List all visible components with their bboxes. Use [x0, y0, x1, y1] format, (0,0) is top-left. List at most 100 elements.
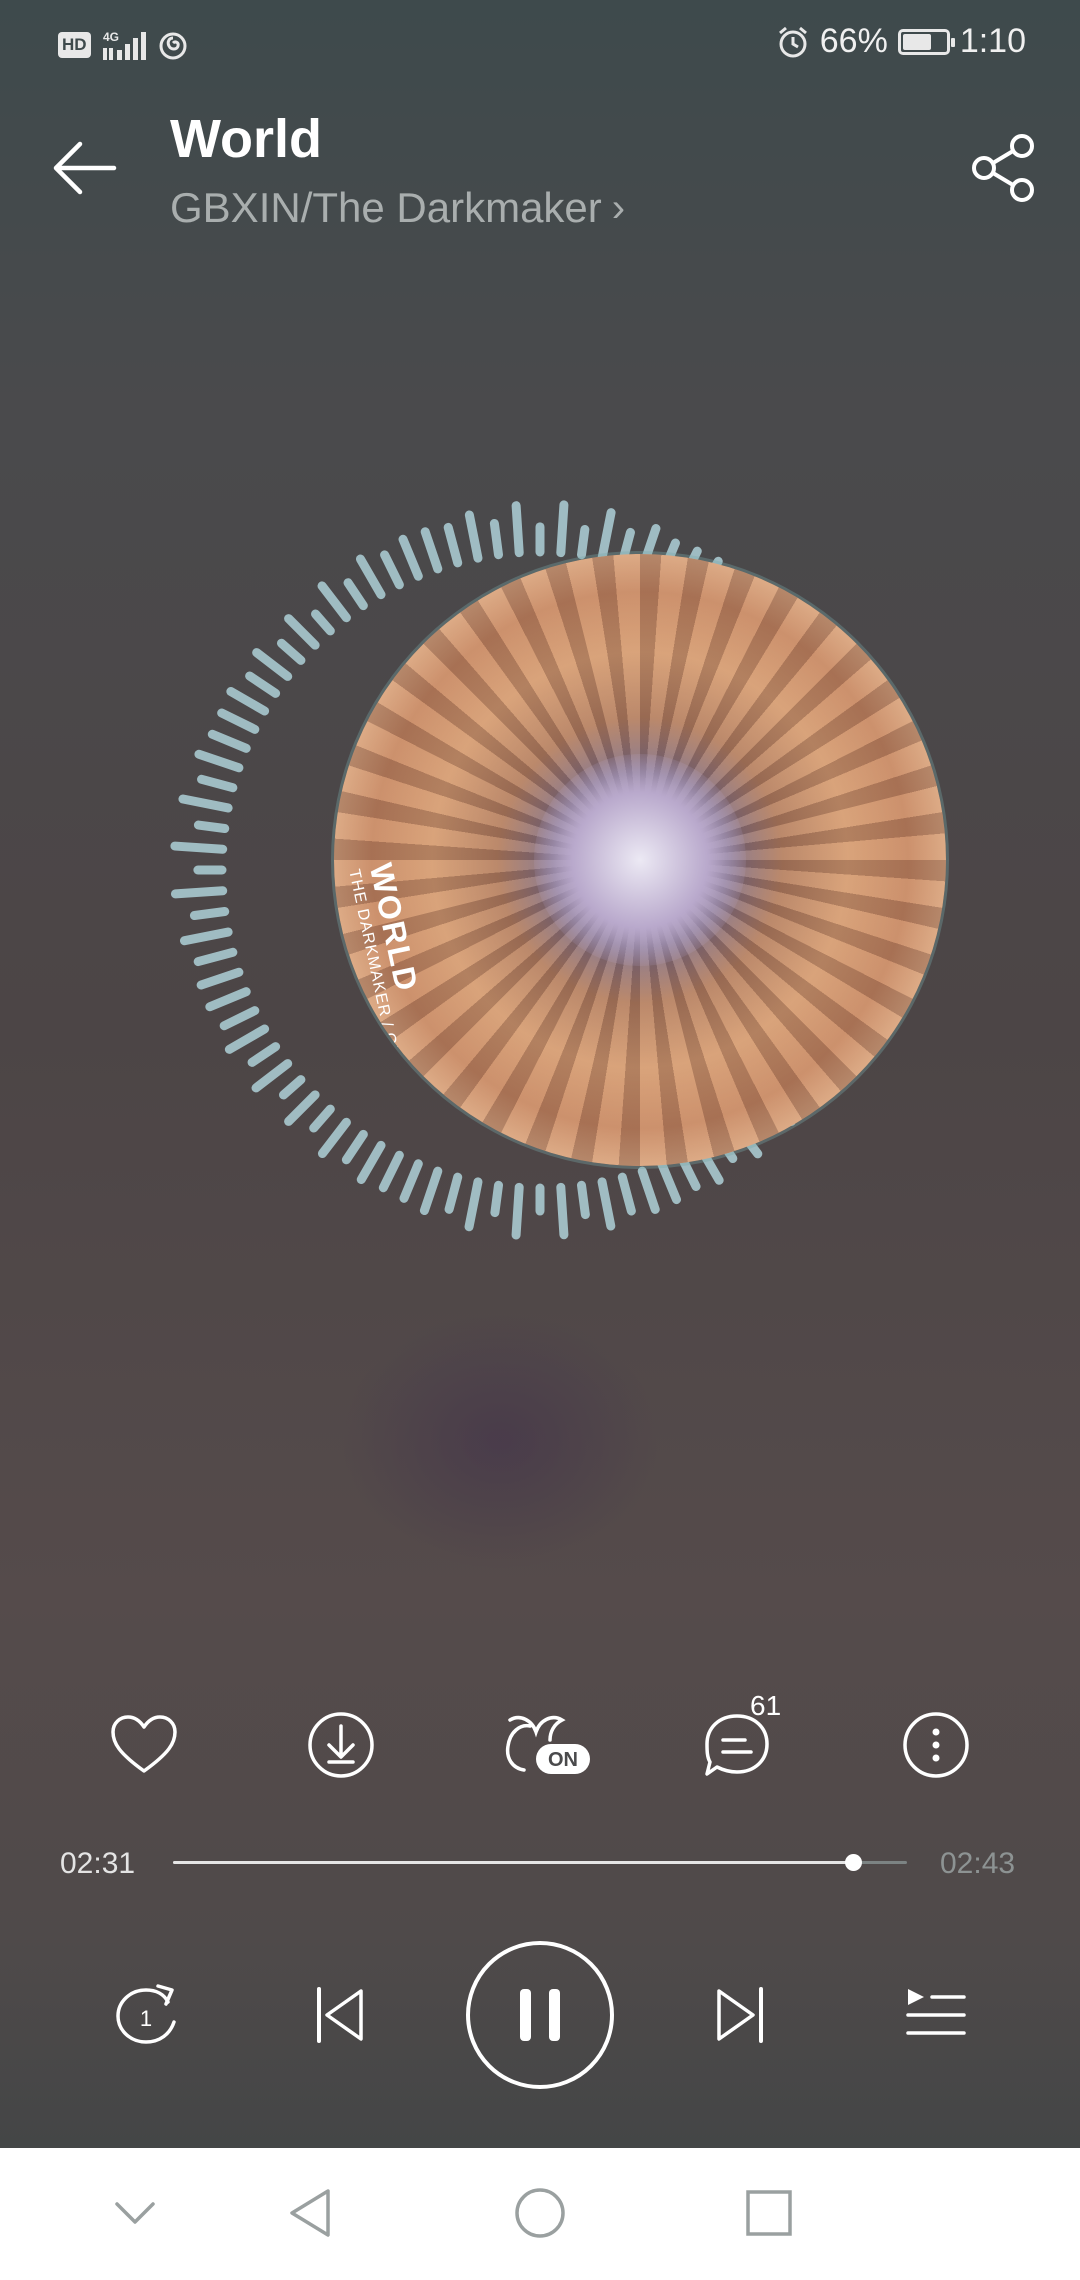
- visualizer-bar: [490, 1180, 503, 1218]
- visualizer-bar: [207, 729, 251, 753]
- sound-effect-on-icon: ON: [505, 1715, 590, 1774]
- playlist-icon: [906, 1989, 966, 2035]
- next-icon: [717, 1987, 763, 2043]
- nav-home-button[interactable]: [505, 2178, 575, 2248]
- visualizer-bar: [170, 841, 228, 854]
- battery-level: [902, 33, 931, 50]
- comment-count: 61: [750, 1690, 782, 1721]
- album-cover[interactable]: WORLD THE DARKMAKER / GBXIN: [334, 554, 946, 1166]
- progress-knob[interactable]: [844, 1854, 862, 1871]
- action-row: ON 61: [0, 1690, 1080, 1790]
- battery-percent: 66%: [819, 22, 888, 60]
- visualizer-bar: [597, 508, 616, 563]
- visualizer-bar: [556, 500, 569, 558]
- collapse-button[interactable]: [100, 2178, 170, 2248]
- visualizer-bar: [224, 1024, 270, 1054]
- network-type: 4G: [103, 30, 119, 44]
- visualizer-bar: [380, 550, 404, 590]
- visualizer-bar: [399, 1159, 423, 1203]
- background-glow: [340, 1310, 660, 1570]
- visualizer-bar: [193, 820, 230, 833]
- back-arrow-icon[interactable]: [48, 128, 120, 208]
- visualizer-bar: [205, 987, 251, 1012]
- hd-badge: HD: [58, 32, 91, 58]
- next-button[interactable]: [706, 1977, 776, 2053]
- sound-effect-badge: ON: [548, 1749, 578, 1771]
- visualizer-bar: [311, 609, 335, 636]
- more-icon: [903, 1712, 969, 1778]
- visualizer-bar: [178, 794, 233, 813]
- collapse-icon: [115, 2202, 155, 2224]
- chevron-right-icon: ›: [611, 185, 626, 230]
- visualizer-bar: [398, 534, 423, 581]
- current-time: 02:31: [60, 1847, 136, 1880]
- more-button[interactable]: [891, 1700, 981, 1790]
- pause-button[interactable]: [464, 1939, 616, 2091]
- visualizer-bar: [197, 774, 238, 793]
- alarm-icon: [778, 26, 807, 57]
- home-icon: [515, 2188, 565, 2238]
- like-button[interactable]: [99, 1700, 189, 1790]
- visualizer-bar: [309, 1104, 335, 1133]
- previous-button[interactable]: [304, 1977, 374, 2053]
- visualizer-bar: [657, 1159, 682, 1205]
- visualizer-bar: [378, 1150, 404, 1193]
- visualizer-bar: [637, 1166, 660, 1214]
- pause-icon: [466, 1941, 614, 2089]
- download-icon: [308, 1712, 374, 1778]
- visualizer-bar: [276, 638, 306, 665]
- visualizer-bar: [577, 1180, 590, 1220]
- visualizer-bar: [170, 886, 228, 899]
- playback-controls: 1: [0, 1935, 1080, 2095]
- download-button[interactable]: [296, 1700, 386, 1790]
- clock: 1:10: [959, 22, 1026, 60]
- sound-effect-button[interactable]: ON: [500, 1700, 592, 1790]
- visualizer-bar: [179, 927, 233, 946]
- nav-back-icon: [290, 2189, 330, 2237]
- progress-bar[interactable]: [173, 1854, 907, 1871]
- nav-recents-button[interactable]: [734, 2178, 804, 2248]
- share-icon[interactable]: [970, 130, 1042, 206]
- battery-icon: [897, 28, 955, 55]
- heart-icon: [111, 1715, 177, 1773]
- visualizer-bar: [189, 907, 230, 920]
- artist-link[interactable]: GBXIN/The Darkmaker ›: [170, 184, 625, 232]
- visualizer-bar: [511, 1182, 524, 1240]
- previous-icon: [317, 1987, 363, 2043]
- nav-back-button[interactable]: [275, 2178, 345, 2248]
- visualizer-bar: [355, 554, 386, 600]
- repeat-mode-button[interactable]: 1: [108, 1977, 184, 2053]
- visualizer-bar: [444, 1172, 463, 1214]
- recents-icon: [746, 2190, 792, 2236]
- song-title: World: [170, 109, 322, 169]
- visualizer-bar: [284, 1090, 320, 1126]
- visualizer-bar: [597, 1177, 616, 1231]
- repeat-one-badge: 1: [140, 2006, 152, 2031]
- visualizer-bar: [356, 1140, 386, 1185]
- progress-fill: [173, 1861, 853, 1864]
- visualizer-bar: [317, 1117, 351, 1159]
- visualizer-bar: [317, 581, 351, 623]
- visualizer-bar: [511, 501, 524, 558]
- repeat-one-icon: 1: [116, 1984, 176, 2044]
- visualizer-bar: [219, 1006, 260, 1031]
- visualizer-bar: [489, 518, 503, 560]
- visualizer-bar: [464, 510, 483, 563]
- visualizer-bar: [464, 1177, 483, 1232]
- visualizer-bar: [226, 687, 270, 716]
- visualizer-bar: [617, 1172, 636, 1216]
- visualizer-bar: [556, 1182, 569, 1240]
- visualizer-bar: [443, 522, 463, 568]
- visualizer-bar: [420, 527, 443, 574]
- playlist-button[interactable]: [898, 1977, 974, 2053]
- artist-name: GBXIN/The Darkmaker: [170, 184, 602, 231]
- visualizer-bar: [279, 1075, 306, 1100]
- visualizer-bar: [284, 614, 320, 650]
- visualizer-bar: [196, 967, 244, 990]
- visualizer-bar: [577, 524, 590, 560]
- status-left: HD 4G: [58, 28, 197, 62]
- visualizer-bar: [217, 708, 260, 734]
- total-time: 02:43: [940, 1847, 1016, 1880]
- status-right: 66% 1:10: [776, 22, 1026, 61]
- system-nav-bar: [0, 2148, 1080, 2280]
